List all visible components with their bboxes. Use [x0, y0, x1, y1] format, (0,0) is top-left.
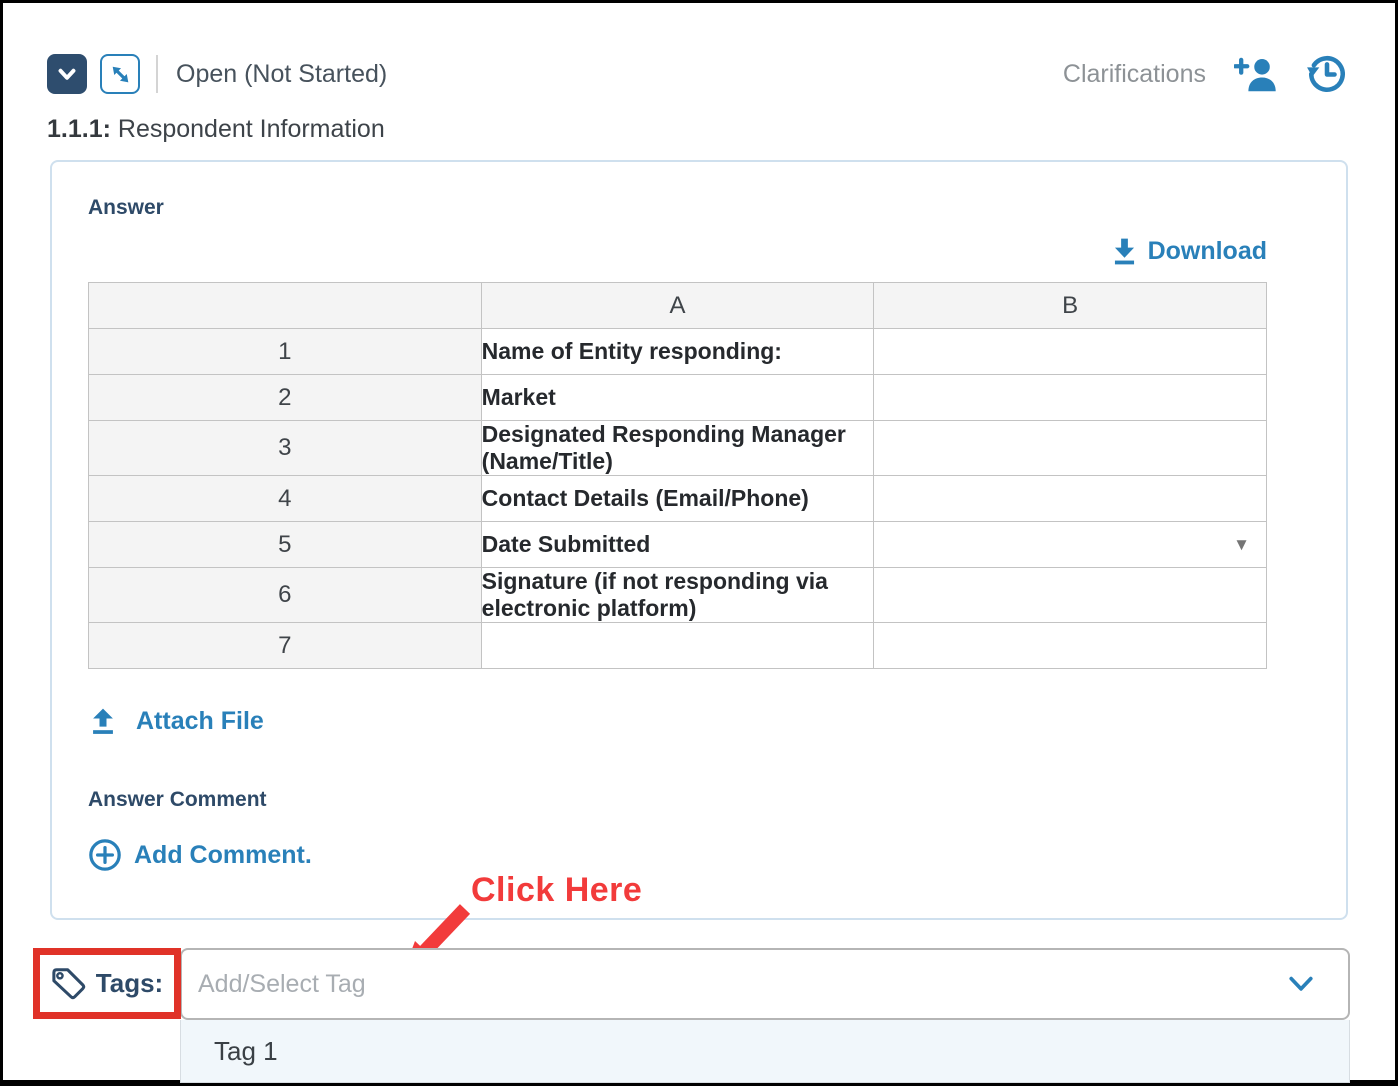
cell-b6[interactable]: [874, 568, 1267, 623]
answer-label: Answer: [88, 196, 1296, 220]
cell-b4[interactable]: [874, 476, 1267, 522]
clarifications-label: Clarifications: [1063, 60, 1206, 89]
cell-dropdown-arrow-icon[interactable]: ▼: [1233, 535, 1250, 555]
column-a-header: A: [481, 283, 874, 329]
cell-b2[interactable]: [874, 375, 1267, 421]
table-row: 5 Date Submitted ▼: [89, 522, 1267, 568]
table-row: 2 Market: [89, 375, 1267, 421]
toolbar-divider: [156, 55, 158, 93]
cell-a3[interactable]: Designated Responding Manager (Name/Titl…: [481, 421, 874, 476]
cell-b5-date-dropdown[interactable]: ▼: [874, 522, 1267, 568]
expand-question-button[interactable]: [100, 54, 140, 94]
question-title: 1.1.1: Respondent Information: [47, 115, 1348, 144]
history-button[interactable]: [1306, 53, 1348, 95]
click-here-annotation: Click Here: [471, 871, 642, 910]
download-icon: [1111, 236, 1148, 266]
table-row: 3 Designated Responding Manager (Name/Ti…: [89, 421, 1267, 476]
tags-dropdown-menu: Tag 1: [180, 1020, 1350, 1083]
table-row: 4 Contact Details (Email/Phone): [89, 476, 1267, 522]
row-number: 7: [89, 623, 482, 669]
row-number: 1: [89, 329, 482, 375]
tags-label-highlight-box: Tags:: [33, 948, 181, 1019]
corner-header-cell: [89, 283, 482, 329]
tag-option[interactable]: Tag 1: [181, 1020, 1349, 1067]
tags-select-input[interactable]: Add/Select Tag: [180, 948, 1350, 1020]
cell-a2[interactable]: Market: [481, 375, 874, 421]
cell-b3[interactable]: [874, 421, 1267, 476]
history-clock-icon: [1306, 53, 1348, 95]
sheet-header-row: A B: [89, 283, 1267, 329]
collapse-question-button[interactable]: [47, 54, 87, 94]
row-number: 4: [89, 476, 482, 522]
table-row: 6 Signature (if not responding via elect…: [89, 568, 1267, 623]
cell-b1[interactable]: [874, 329, 1267, 375]
expand-diagonal-arrow-icon: [108, 62, 133, 87]
tags-chevron-down-icon[interactable]: [1288, 975, 1314, 993]
cell-a1[interactable]: Name of Entity responding:: [481, 329, 874, 375]
add-comment-link[interactable]: Add Comment.: [88, 838, 312, 872]
row-number: 6: [89, 568, 482, 623]
question-status: Open (Not Started): [176, 60, 387, 89]
chevron-down-icon: [54, 61, 80, 87]
tag-icon: [51, 967, 87, 1000]
table-row: 7: [89, 623, 1267, 669]
cell-b7[interactable]: [874, 623, 1267, 669]
question-number: 1.1.1:: [47, 115, 111, 143]
row-number: 2: [89, 375, 482, 421]
cell-a4[interactable]: Contact Details (Email/Phone): [481, 476, 874, 522]
add-person-button[interactable]: [1234, 56, 1280, 92]
answer-spreadsheet: A B 1 Name of Entity responding: 2 Marke…: [88, 282, 1267, 669]
column-b-header: B: [874, 283, 1267, 329]
cell-a7[interactable]: [481, 623, 874, 669]
table-row: 1 Name of Entity responding:: [89, 329, 1267, 375]
add-person-icon: [1234, 56, 1280, 92]
cell-a5[interactable]: Date Submitted: [481, 522, 874, 568]
answer-panel: Answer Download A B 1 Name of Entity res…: [50, 160, 1348, 920]
tags-input-placeholder[interactable]: Add/Select Tag: [198, 970, 1288, 999]
row-number: 3: [89, 421, 482, 476]
question-name: Respondent Information: [111, 115, 385, 143]
cell-a6[interactable]: Signature (if not responding via electro…: [481, 568, 874, 623]
plus-circle-icon: [88, 838, 134, 872]
question-toolbar: Open (Not Started) Clarifications: [47, 53, 1348, 95]
answer-comment-label: Answer Comment: [88, 788, 1296, 812]
attach-file-link[interactable]: Attach File: [88, 707, 264, 736]
download-link[interactable]: Download: [1111, 236, 1267, 266]
upload-icon: [88, 708, 136, 736]
tags-label: Tags:: [96, 968, 163, 999]
row-number: 5: [89, 522, 482, 568]
